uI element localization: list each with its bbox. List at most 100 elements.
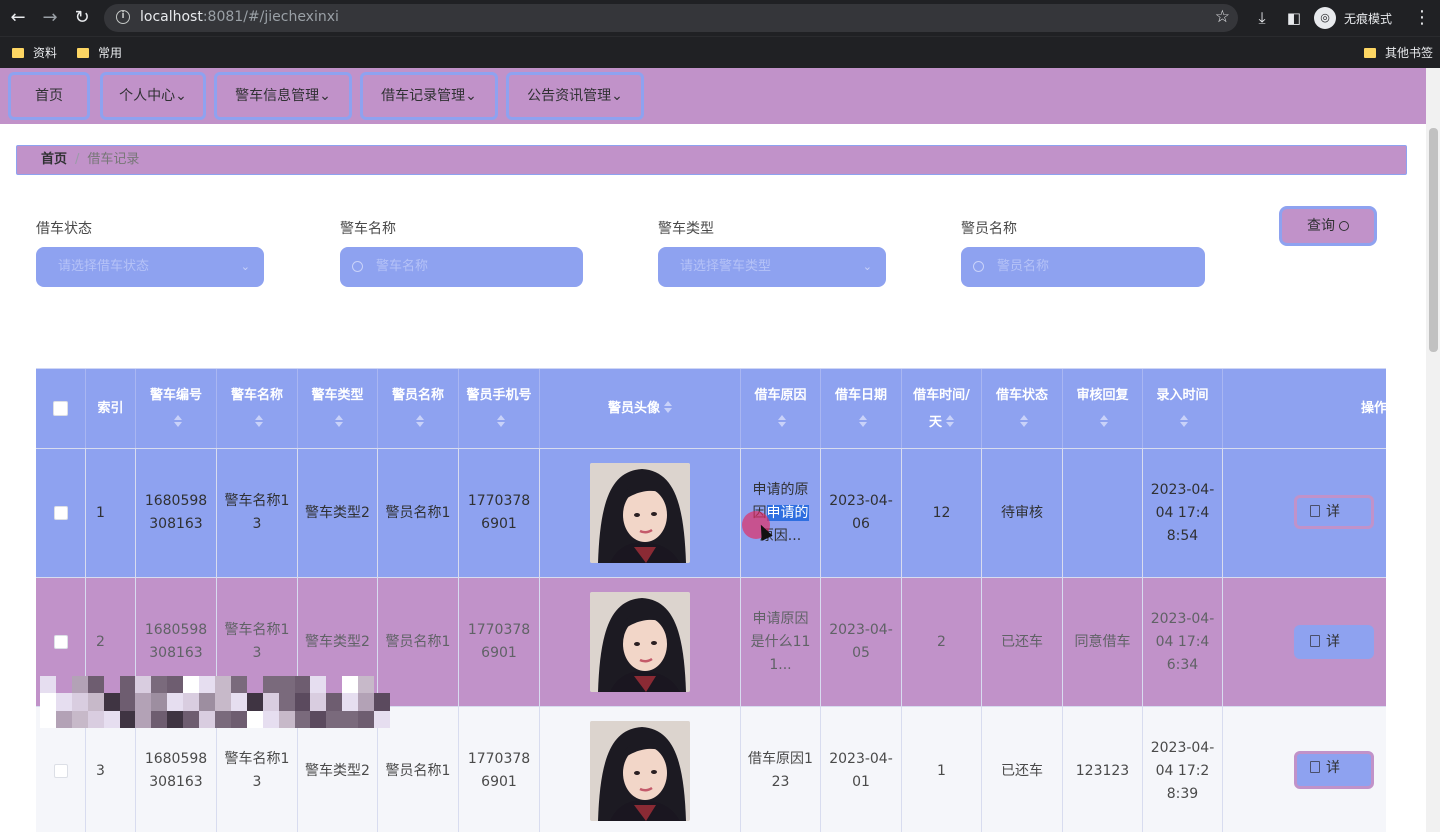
cell-borrow-date: 2023-04-05	[821, 578, 902, 706]
officer-name-input[interactable]: 警员名称	[961, 247, 1205, 287]
cell-borrow-status: 待审核	[982, 449, 1063, 577]
reload-icon[interactable]: ↻	[70, 6, 94, 30]
pixel-tile	[55, 710, 72, 728]
header-review-reply[interactable]: 审核回复	[1063, 369, 1143, 448]
car-type-select-placeholder: 请选择警车类型	[680, 259, 772, 274]
row-checkbox[interactable]	[53, 764, 68, 778]
sort-icon[interactable]	[1100, 414, 1109, 427]
status-select-placeholder: 请选择借车状态	[58, 259, 150, 274]
sort-icon[interactable]	[173, 414, 182, 427]
officer-avatar[interactable]	[590, 592, 690, 692]
bookmark-folder[interactable]: 资料	[12, 45, 57, 61]
header-officer-name[interactable]: 警员名称	[378, 369, 459, 448]
row-select-cell	[36, 449, 86, 577]
cell-avatar	[540, 449, 741, 577]
incognito-indicator[interactable]: ◎ 无痕模式	[1314, 6, 1406, 30]
nav-borrow-records[interactable]: 借车记录管理⌄	[360, 72, 498, 120]
sort-icon[interactable]	[415, 414, 424, 427]
pixel-tile	[55, 693, 72, 711]
pixel-tile	[358, 693, 375, 711]
breadcrumb-separator: /	[75, 152, 80, 167]
sort-icon[interactable]	[946, 414, 954, 427]
status-select[interactable]: 请选择借车状态 ⌄	[36, 247, 264, 287]
cell-car-type: 警车类型2	[298, 449, 378, 577]
query-button[interactable]: 查询	[1279, 206, 1377, 246]
select-all-checkbox[interactable]	[53, 401, 68, 416]
nav-car-management[interactable]: 警车信息管理⌄	[214, 72, 352, 120]
pixel-tile	[151, 710, 168, 728]
cell-review-reply: 123123	[1063, 707, 1143, 832]
header-officer-phone[interactable]: 警员手机号	[459, 369, 540, 448]
sort-icon[interactable]	[254, 414, 263, 427]
address-bar[interactable]: i localhost:8081/#/jiechexinxi ☆	[104, 4, 1238, 32]
header-borrow-date[interactable]: 借车日期	[821, 369, 902, 448]
sort-icon[interactable]	[778, 414, 787, 427]
cell-review-reply: 同意借车	[1063, 578, 1143, 706]
header-car-name[interactable]: 警车名称	[217, 369, 298, 448]
pixel-tile	[40, 676, 56, 694]
breadcrumb-home[interactable]: 首页	[41, 152, 67, 167]
header-borrow-status[interactable]: 借车状态	[982, 369, 1063, 448]
site-info-icon[interactable]: i	[116, 10, 130, 24]
header-reason[interactable]: 借车原因	[741, 369, 821, 448]
row-checkbox[interactable]	[53, 635, 68, 649]
sort-icon[interactable]	[1180, 414, 1189, 427]
download-icon[interactable]: ⤓	[1250, 6, 1274, 30]
sort-icon[interactable]	[664, 401, 672, 413]
folder-icon	[1364, 48, 1376, 58]
cell-officer-name: 警员名称1	[378, 578, 459, 706]
scrollbar-thumb[interactable]	[1429, 128, 1438, 352]
row-checkbox[interactable]	[53, 506, 68, 520]
cell-reason: 借车原因123	[741, 707, 821, 832]
header-created-time[interactable]: 录入时间	[1143, 369, 1223, 448]
select-all-cell	[36, 369, 86, 448]
browser-menu-icon[interactable]: ⋮	[1410, 6, 1434, 30]
pixel-tile	[374, 693, 390, 711]
car-name-input[interactable]: 警车名称	[340, 247, 583, 287]
pixel-tile	[342, 710, 359, 728]
bookmark-folder[interactable]: 常用	[77, 45, 122, 61]
cell-borrow-days: 1	[902, 707, 982, 832]
cell-borrow-status: 已还车	[982, 707, 1063, 832]
cell-officer-phone: 17703786901	[459, 449, 540, 577]
header-officer-avatar[interactable]: 警员头像	[540, 369, 741, 448]
browser-toolbar: ← → ↻ i localhost:8081/#/jiechexinxi ☆ ⤓…	[0, 0, 1440, 36]
pixel-tile	[246, 693, 263, 711]
pixel-tile	[310, 710, 327, 728]
nav-personal-center[interactable]: 个人中心⌄	[100, 72, 206, 120]
pixel-tile	[151, 693, 168, 711]
chevron-down-icon: ⌄	[862, 260, 872, 273]
sort-icon[interactable]	[497, 414, 505, 427]
bookmark-star-icon[interactable]: ☆	[1215, 7, 1230, 27]
cell-index: 1	[86, 449, 136, 577]
sort-icon[interactable]	[858, 414, 867, 427]
header-car-type[interactable]: 警车类型	[298, 369, 378, 448]
officer-avatar[interactable]	[590, 721, 690, 821]
sort-icon[interactable]	[1019, 414, 1028, 427]
side-panel-icon[interactable]: ◧	[1282, 6, 1306, 30]
pixel-tile	[199, 710, 215, 728]
header-car-no[interactable]: 警车编号	[136, 369, 217, 448]
header-borrow-days[interactable]: 借车时间/天	[902, 369, 982, 448]
chevron-down-icon: ⌄	[240, 260, 250, 273]
other-bookmarks[interactable]: 其他书签	[1364, 45, 1433, 61]
cell-actions	[1223, 449, 1386, 577]
cell-car-name: 警车名称13	[217, 449, 298, 577]
forward-icon[interactable]: →	[38, 6, 62, 30]
pixel-tile	[326, 710, 343, 728]
car-type-select[interactable]: 请选择警车类型 ⌄	[658, 247, 886, 287]
cell-created-time: 2023-04-04 17:48:54	[1143, 449, 1223, 577]
sort-icon[interactable]	[335, 414, 344, 427]
pixel-tile	[135, 676, 152, 694]
pixel-tile	[278, 710, 295, 728]
back-icon[interactable]: ←	[6, 6, 30, 30]
officer-avatar[interactable]	[590, 463, 690, 563]
pixel-tile	[294, 710, 311, 728]
nav-announcements[interactable]: 公告资讯管理⌄	[506, 72, 644, 120]
header-actions: 操作	[1360, 401, 1386, 416]
cell-created-time: 2023-04-04 17:28:39	[1143, 707, 1223, 832]
pixel-tile	[215, 676, 231, 694]
pixel-tile	[374, 710, 390, 728]
nav-home[interactable]: 首页	[8, 72, 90, 120]
cell-officer-name: 警员名称1	[378, 449, 459, 577]
